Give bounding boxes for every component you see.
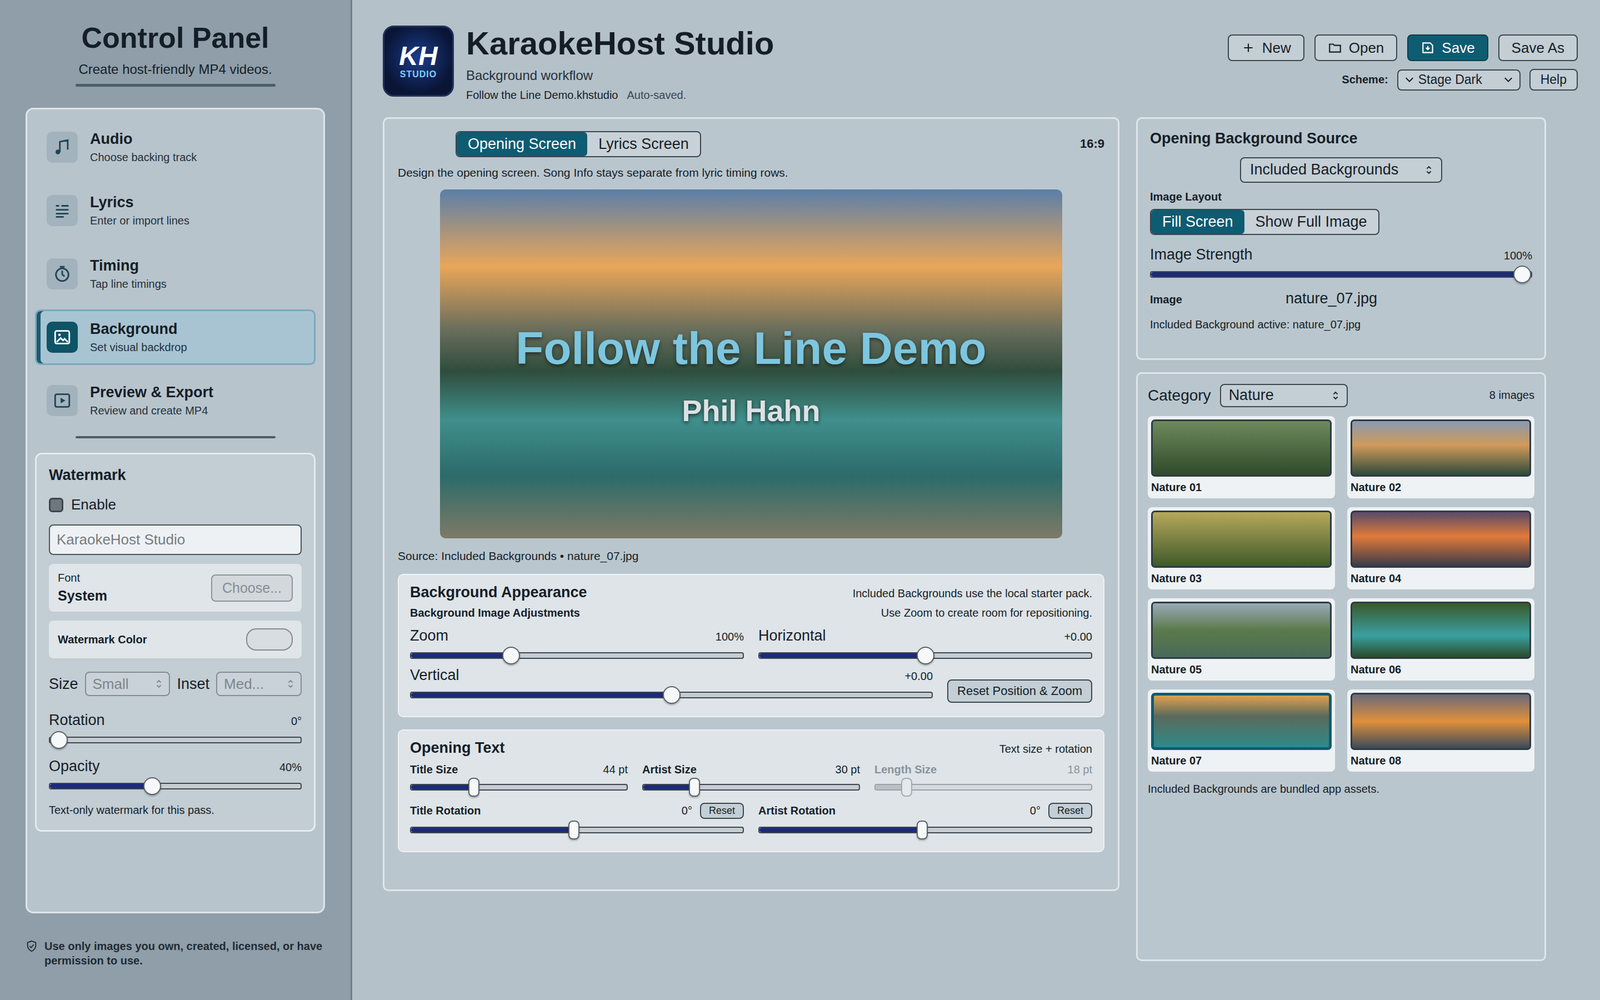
nav-icon <box>46 385 78 417</box>
updown-icon <box>155 678 163 690</box>
watermark-card: WatermarkEnableKaraokeHost StudioFontSys… <box>35 452 316 832</box>
watermark-text-field[interactable]: KaraokeHost Studio <box>48 524 302 555</box>
preview-canvas: Follow the Line DemoPhil Hahn <box>440 189 1063 539</box>
background-thumbnail[interactable]: Nature 04 <box>1347 507 1535 590</box>
background-thumbnail[interactable]: Nature 07 <box>1147 689 1335 772</box>
app-logo: KHSTUDIO <box>382 25 454 97</box>
app-window: Control Panel Create host-friendly MP4 vi… <box>0 0 1600 1000</box>
source-panel: Opening Background SourceIncluded Backgr… <box>1136 117 1547 360</box>
sidebar-item[interactable]: TimingTap line timings <box>35 246 316 302</box>
sidebar-item[interactable]: Preview & ExportReview and create MP4 <box>35 372 316 429</box>
reset-button[interactable]: Reset Position & Zoom <box>947 679 1093 703</box>
divider <box>75 436 276 439</box>
layout-option[interactable]: Show Full Image <box>1244 210 1379 234</box>
timer-icon <box>52 264 72 284</box>
background-thumbnail[interactable]: Nature 01 <box>1147 416 1335 499</box>
tab[interactable]: Opening Screen <box>456 132 588 157</box>
background-thumbnail[interactable]: Nature 08 <box>1347 689 1535 772</box>
slider[interactable] <box>410 691 933 699</box>
background-thumbnail[interactable]: Nature 02 <box>1347 416 1535 499</box>
save-icon <box>1420 40 1435 55</box>
color-swatch[interactable] <box>246 628 293 651</box>
nav-icon <box>46 321 78 353</box>
editor-panel: Opening ScreenLyrics Screen16:9Design th… <box>382 117 1120 892</box>
slider[interactable] <box>410 652 744 659</box>
category-select[interactable]: Nature <box>1220 383 1348 408</box>
select[interactable]: Small <box>85 671 171 697</box>
toolbar-button[interactable]: Save <box>1407 34 1488 62</box>
nav-card: AudioChoose backing track LyricsEnter or … <box>25 107 325 914</box>
nav-icon <box>46 258 78 290</box>
slider[interactable] <box>874 783 1093 791</box>
divider <box>75 83 276 87</box>
source-select[interactable]: Included Backgrounds <box>1240 157 1443 183</box>
slider[interactable] <box>758 826 1093 834</box>
plus-icon <box>1241 40 1256 55</box>
header: KHSTUDIOKaraokeHost StudioBackground wor… <box>382 25 1578 102</box>
toolbar-button[interactable]: Open <box>1314 34 1398 62</box>
tab[interactable]: Lyrics Screen <box>587 132 700 157</box>
slider[interactable] <box>410 826 744 834</box>
sidebar-subtitle: Create host-friendly MP4 videos. <box>25 61 325 78</box>
enable-checkbox[interactable]: Enable <box>48 496 302 514</box>
reset-button[interactable]: Reset <box>1048 802 1093 819</box>
sidebar: Control Panel Create host-friendly MP4 vi… <box>0 0 353 1000</box>
choose-font-button[interactable]: Choose... <box>211 574 293 602</box>
shield-check-icon <box>25 940 38 953</box>
updown-icon <box>287 678 294 690</box>
scheme-select[interactable]: Stage Dark <box>1397 69 1521 91</box>
nav-icon <box>46 195 78 227</box>
music-note-icon <box>52 137 72 157</box>
lyrics-list-icon <box>52 201 72 220</box>
chevron-icon <box>1405 77 1414 83</box>
toolbar-button[interactable]: New <box>1227 34 1305 62</box>
slider[interactable] <box>410 783 628 791</box>
chevron-icon <box>1503 77 1513 83</box>
opening-text-card: Opening TextText size + rotationTitle Si… <box>397 729 1105 853</box>
layout-option[interactable]: Fill Screen <box>1151 210 1245 234</box>
color-row: Watermark Color <box>48 620 302 659</box>
reset-button[interactable]: Reset <box>700 802 744 819</box>
background-thumbnail[interactable]: Nature 06 <box>1347 598 1535 681</box>
slider[interactable] <box>48 782 302 790</box>
screen-tabs: Opening ScreenLyrics Screen <box>455 131 702 158</box>
sidebar-item[interactable]: BackgroundSet visual backdrop <box>35 309 316 365</box>
sidebar-title: Control Panel <box>25 22 325 54</box>
appearance-card: Background AppearanceIncluded Background… <box>397 573 1105 718</box>
usage-note: Use only images you own, created, licens… <box>25 938 325 968</box>
toolbar-button[interactable]: Save As <box>1498 34 1578 62</box>
sidebar-item[interactable]: AudioChoose backing track <box>35 119 316 175</box>
nav-icon <box>46 131 78 163</box>
background-thumbnail[interactable]: Nature 05 <box>1147 598 1335 681</box>
image-icon <box>52 327 72 347</box>
slider[interactable] <box>48 736 302 744</box>
gallery-panel: CategoryNature8 imagesNature 01Nature 02… <box>1136 372 1547 962</box>
main-area: KHSTUDIOKaraokeHost StudioBackground wor… <box>352 0 1600 1000</box>
updown-icon <box>1425 164 1433 176</box>
help-button[interactable]: Help <box>1529 68 1578 91</box>
font-row: FontSystemChoose... <box>48 563 302 612</box>
slider[interactable] <box>642 783 860 791</box>
layout-toggle: Fill ScreenShow Full Image <box>1150 208 1380 235</box>
background-thumbnail[interactable]: Nature 03 <box>1147 507 1335 590</box>
sidebar-item[interactable]: LyricsEnter or import lines <box>35 182 316 239</box>
updown-icon <box>1332 390 1339 402</box>
slider[interactable] <box>1150 271 1533 278</box>
play-icon <box>52 391 72 410</box>
select[interactable]: Med... <box>216 671 302 697</box>
slider[interactable] <box>758 652 1093 659</box>
app-title: KaraokeHost Studio <box>466 25 774 62</box>
folder-icon <box>1327 40 1343 55</box>
